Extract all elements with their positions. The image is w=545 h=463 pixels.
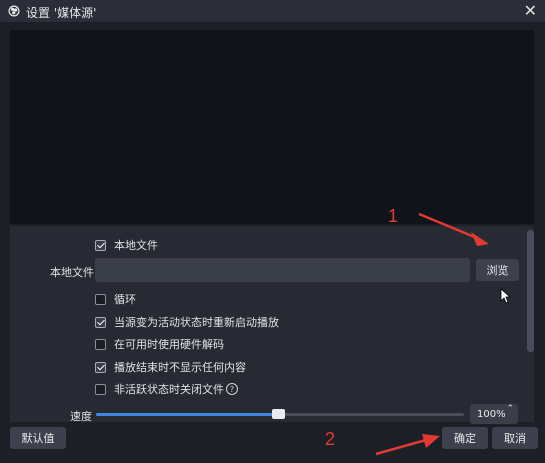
source-preview [10, 30, 534, 224]
help-icon[interactable]: ? [226, 383, 238, 395]
local-file-field-label: 本地文件 [50, 266, 94, 279]
annotation-arrow-1-icon [418, 212, 489, 246]
window-title: 设置 '媒体源' [26, 6, 97, 20]
annotation-number-2: 2 [325, 429, 336, 449]
hide-on-end-checkbox-label: 播放结束时不显示任何内容 [114, 361, 246, 374]
annotation-number-1: 1 [388, 206, 399, 226]
loop-checkbox[interactable] [95, 293, 106, 305]
restart-checkbox-row[interactable]: 当源变为活动状态时重新启动播放 [95, 314, 279, 330]
speed-slider-fill [96, 413, 280, 416]
close-inactive-checkbox-row[interactable]: 非活跃状态时关闭文件 ? [95, 381, 238, 397]
local-file-path-input[interactable] [95, 258, 470, 282]
obs-logo-icon [8, 5, 20, 17]
defaults-button[interactable]: 默认值 [10, 427, 66, 449]
restart-checkbox[interactable] [95, 316, 106, 328]
restart-checkbox-label: 当源变为活动状态时重新启动播放 [114, 316, 279, 329]
ok-button[interactable]: 确定 [442, 427, 488, 449]
hide-on-end-checkbox-row[interactable]: 播放结束时不显示任何内容 [95, 359, 246, 375]
speed-spinbox[interactable]: 100% ⌃ [470, 404, 518, 424]
close-inactive-checkbox[interactable] [95, 383, 106, 395]
speed-slider-handle[interactable] [272, 409, 285, 419]
close-icon[interactable]: ✕ [524, 2, 537, 20]
hide-on-end-checkbox[interactable] [95, 361, 106, 373]
loop-checkbox-label: 循环 [114, 293, 136, 306]
local-file-checkbox-label: 本地文件 [114, 239, 158, 252]
close-inactive-checkbox-label: 非活跃状态时关闭文件 [114, 383, 224, 396]
local-file-checkbox[interactable] [95, 239, 106, 251]
speed-value: 100% [477, 408, 506, 420]
properties-scrollbar[interactable] [527, 230, 534, 352]
hw-decode-checkbox[interactable] [95, 338, 106, 350]
browse-button[interactable]: 浏览 [476, 259, 519, 281]
spin-up-icon[interactable]: ⌃ [506, 404, 514, 414]
speed-label: 速度 [70, 410, 92, 423]
local-file-checkbox-row[interactable]: 本地文件 [95, 237, 158, 253]
title-bar: 设置 '媒体源' ✕ [0, 0, 545, 22]
hw-decode-checkbox-label: 在可用时使用硬件解码 [114, 338, 224, 351]
annotation-arrow-2-icon [375, 434, 440, 456]
hw-decode-checkbox-row[interactable]: 在可用时使用硬件解码 [95, 336, 224, 352]
mouse-cursor-icon [500, 288, 512, 304]
loop-checkbox-row[interactable]: 循环 [95, 291, 136, 307]
cancel-button[interactable]: 取消 [492, 427, 538, 449]
